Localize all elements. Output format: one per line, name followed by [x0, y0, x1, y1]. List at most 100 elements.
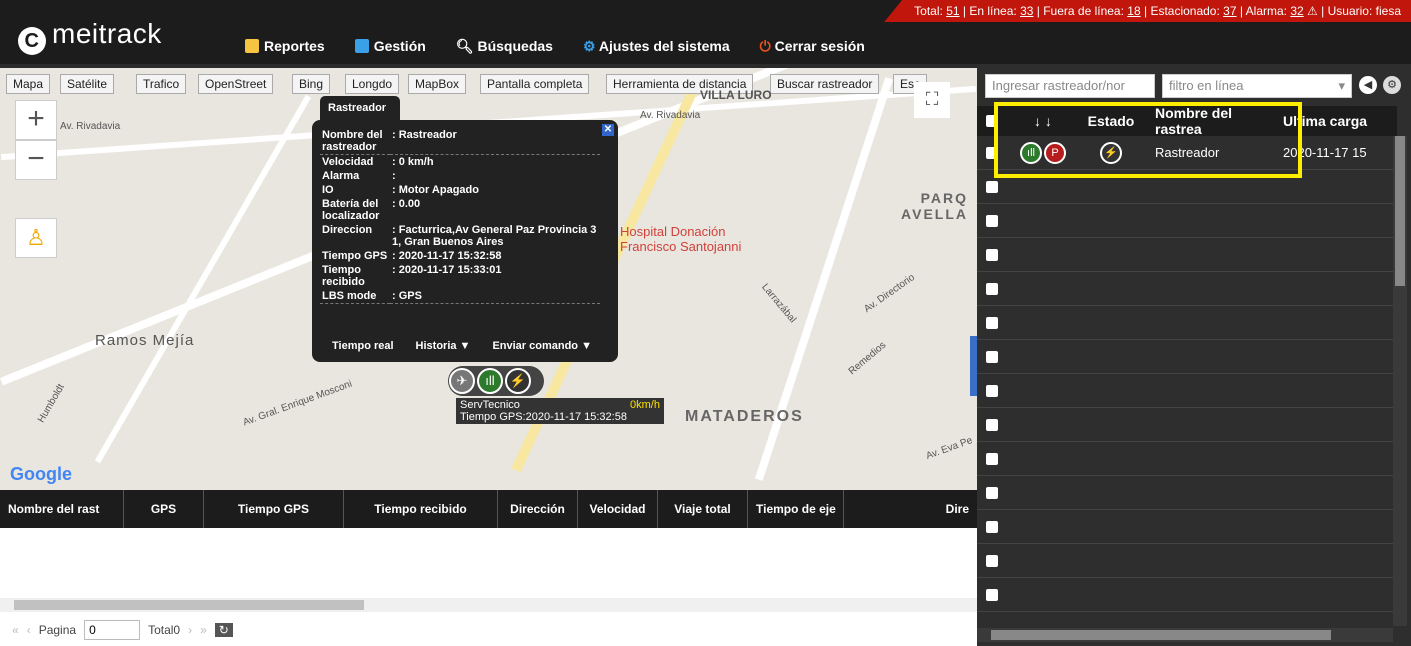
- realtime-link[interactable]: Tiempo real: [332, 340, 394, 352]
- fullscreen-tab[interactable]: Pantalla completa: [480, 74, 590, 94]
- tracker-row[interactable]: [977, 306, 1397, 340]
- col-tiempo-recibido[interactable]: Tiempo recibido: [344, 490, 498, 528]
- search-icon: 🔍︎: [455, 38, 478, 54]
- offline-count[interactable]: 18: [1127, 4, 1140, 18]
- logo-icon: C: [18, 27, 46, 55]
- zoom-controls: + −: [15, 100, 57, 180]
- first-page-icon[interactable]: «: [12, 623, 19, 637]
- tracker-row[interactable]: [977, 544, 1397, 578]
- nav-gestion[interactable]: Gestión: [354, 38, 426, 55]
- row-checkbox[interactable]: [986, 486, 998, 499]
- settings-icon[interactable]: ⚙: [1383, 76, 1401, 94]
- street-view-pegman-icon[interactable]: ♙: [15, 218, 57, 258]
- grid-header: Nombre del rast GPS Tiempo GPS Tiempo re…: [0, 490, 977, 528]
- row-checkbox[interactable]: [986, 384, 998, 397]
- tracker-row[interactable]: [977, 476, 1397, 510]
- map-street-label: Remedios: [846, 339, 889, 378]
- vehicle-icon: ✈: [449, 368, 475, 394]
- col-viaje-total[interactable]: Viaje total: [658, 490, 748, 528]
- online-filter-select[interactable]: filtro en línea ▾: [1162, 74, 1352, 98]
- map-label-mataderos: MATADEROS: [685, 408, 804, 425]
- vertical-scrollbar[interactable]: [1393, 136, 1407, 626]
- col-gps[interactable]: GPS: [124, 490, 204, 528]
- row-checkbox[interactable]: [986, 248, 998, 261]
- col-nombre[interactable]: Nombre del rast: [0, 490, 124, 528]
- search-tracker-tab[interactable]: Buscar rastreador: [770, 74, 880, 94]
- row-checkbox[interactable]: [986, 282, 998, 295]
- nav-ajustes[interactable]: ⚙ Ajustes del sistema: [583, 38, 730, 55]
- tracker-row[interactable]: [977, 340, 1397, 374]
- tracker-row[interactable]: [977, 510, 1397, 544]
- map-label-parque-avellaneda: PARQ AVELLA: [901, 190, 968, 222]
- row-checkbox[interactable]: [986, 520, 998, 533]
- tracker-row[interactable]: [977, 374, 1397, 408]
- row-checkbox[interactable]: [986, 554, 998, 567]
- main-nav: Reportes Gestión 🔍︎ Búsquedas ⚙ Ajustes …: [245, 38, 865, 55]
- col-direccion-2[interactable]: Dire: [844, 490, 977, 528]
- nav-busquedas[interactable]: 🔍︎ Búsquedas: [456, 38, 553, 55]
- total-count[interactable]: 51: [946, 4, 959, 18]
- next-page-icon[interactable]: ›: [188, 623, 192, 637]
- status-summary: Total: 51 | En línea: 33 | Fuera de líne…: [884, 0, 1411, 22]
- alarm-count[interactable]: 32: [1290, 4, 1303, 18]
- col-direccion[interactable]: Dirección: [498, 490, 578, 528]
- zoom-out-button[interactable]: −: [15, 140, 57, 180]
- map-street-label: Av. Directorio: [862, 272, 917, 315]
- map-label-hospital: Hospital Donación Francisco Santojanni: [620, 224, 742, 254]
- nav-cerrar-sesion[interactable]: ⏻ Cerrar sesión: [760, 38, 865, 55]
- tab-longdo[interactable]: Longdo: [345, 74, 400, 94]
- power-status-icon: ⚡: [505, 368, 531, 394]
- tab-satelite[interactable]: Satélite: [60, 74, 115, 94]
- logo: Cmeitrack: [18, 18, 162, 55]
- report-icon: [245, 39, 259, 53]
- fullscreen-icon[interactable]: ⛶: [914, 82, 950, 118]
- col-velocidad[interactable]: Velocidad: [578, 490, 658, 528]
- alarm-icon: ⚠: [1307, 4, 1318, 18]
- tracker-row[interactable]: [977, 408, 1397, 442]
- col-tiempo-ejecucion[interactable]: Tiempo de eje: [748, 490, 844, 528]
- tracker-search-input[interactable]: Ingresar rastreador/nor: [985, 74, 1155, 98]
- history-dropdown[interactable]: Historia ▼: [416, 340, 471, 352]
- tab-mapa[interactable]: Mapa: [6, 74, 51, 94]
- tab-mapbox[interactable]: MapBox: [408, 74, 467, 94]
- tracker-row[interactable]: [977, 272, 1397, 306]
- tab-openstreet[interactable]: OpenStreet: [198, 74, 274, 94]
- panel-collapse-handle[interactable]: [970, 336, 977, 396]
- highlight-box: [994, 102, 1302, 178]
- tab-trafico[interactable]: Trafico: [136, 74, 187, 94]
- back-icon[interactable]: ◀: [1359, 76, 1377, 94]
- tracker-row[interactable]: [977, 238, 1397, 272]
- tracker-row[interactable]: [977, 578, 1397, 612]
- tracker-row[interactable]: [977, 442, 1397, 476]
- close-icon[interactable]: ✕: [602, 124, 614, 136]
- row-checkbox[interactable]: [986, 350, 998, 363]
- map-street-label: Av. Rivadavia: [640, 110, 701, 121]
- tracker-list: ↓ ↓ Estado Nombre del rastrea Ultima car…: [977, 105, 1397, 646]
- row-checkbox[interactable]: [986, 316, 998, 329]
- vehicle-marker[interactable]: ✈ ıll ⚡: [448, 366, 544, 396]
- row-checkbox[interactable]: [986, 418, 998, 431]
- row-checkbox[interactable]: [986, 452, 998, 465]
- row-checkbox[interactable]: [986, 214, 998, 227]
- popup-tab: Rastreador: [320, 96, 400, 120]
- last-page-icon[interactable]: »: [200, 623, 207, 637]
- tracker-row[interactable]: [977, 204, 1397, 238]
- zoom-in-button[interactable]: +: [15, 100, 57, 140]
- tracker-info-popup: Rastreador ✕ Nombre del rastreador: Rast…: [312, 96, 618, 362]
- nav-reportes[interactable]: Reportes: [245, 38, 325, 55]
- parked-count[interactable]: 37: [1223, 4, 1236, 18]
- page-input[interactable]: [84, 620, 141, 640]
- row-checkbox[interactable]: [986, 180, 998, 193]
- tracker-horizontal-scrollbar[interactable]: [977, 628, 1393, 642]
- map-street-label: Av. Eva Pe: [924, 435, 974, 462]
- online-count[interactable]: 33: [1020, 4, 1033, 18]
- send-command-dropdown[interactable]: Enviar comando ▼: [492, 340, 592, 352]
- horizontal-scrollbar[interactable]: [0, 598, 977, 612]
- col-tiempo-gps[interactable]: Tiempo GPS: [204, 490, 344, 528]
- tab-bing[interactable]: Bing: [292, 74, 331, 94]
- row-checkbox[interactable]: [986, 588, 998, 601]
- map-label-villa-luro: VILLA LURO: [700, 88, 772, 102]
- refresh-icon[interactable]: ↻: [214, 623, 233, 637]
- gear-icon: ⚙: [582, 38, 599, 54]
- prev-page-icon[interactable]: ‹: [27, 623, 31, 637]
